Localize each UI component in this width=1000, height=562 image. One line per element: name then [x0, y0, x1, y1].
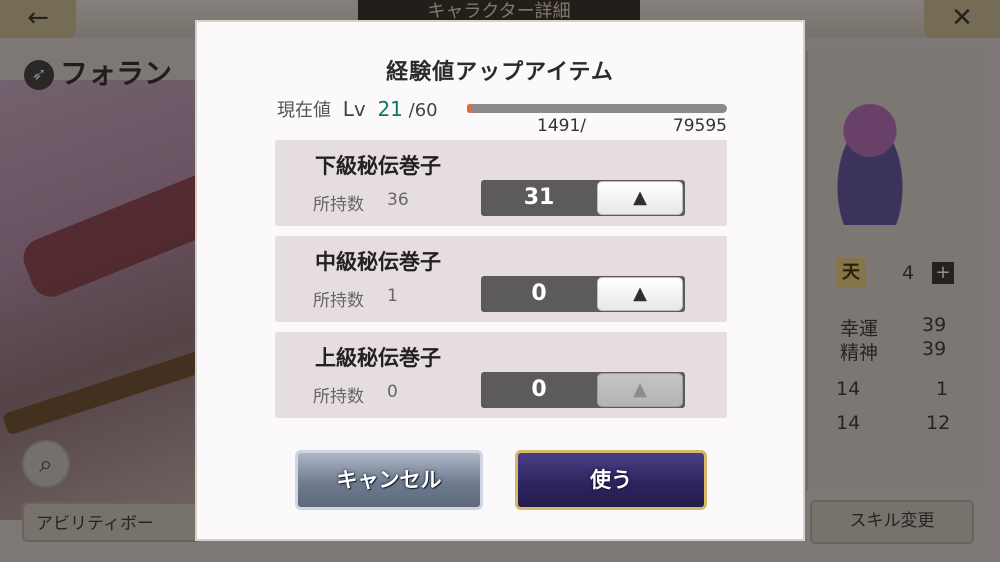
exp-max: 79595 [672, 116, 727, 136]
increase-quantity-button-disabled[interactable]: ▲ [597, 373, 683, 407]
owned-label: 所持数 [313, 291, 364, 311]
exp-current: 1491/ [537, 116, 586, 136]
quantity-value[interactable]: 0 [481, 276, 597, 312]
owned-label: 所持数 [313, 195, 364, 215]
increase-quantity-button[interactable]: ▲ [597, 181, 683, 215]
owned-count: 36 [387, 190, 409, 210]
current-level-label: 現在値 [277, 100, 331, 121]
cancel-button[interactable]: キャンセル [295, 450, 483, 510]
item-card-mid-scroll: 中級秘伝巻子 所持数 1 0 ▲ [275, 236, 727, 322]
quantity-stepper: 0 ▲ [481, 372, 685, 408]
level-word: Lv [342, 97, 366, 121]
current-level-value: 21 [377, 97, 403, 121]
max-level-value: /60 [408, 100, 438, 121]
item-name: 下級秘伝巻子 [315, 154, 441, 178]
owned-count: 1 [387, 286, 398, 306]
owned-label: 所持数 [313, 387, 364, 407]
item-name: 中級秘伝巻子 [315, 250, 441, 274]
current-level-row: 現在値 Lv 21 /60 [277, 96, 438, 122]
dialog-title: 経験値アップアイテム [386, 60, 614, 85]
exp-progress-bar [467, 104, 727, 113]
quantity-value[interactable]: 31 [481, 180, 597, 216]
item-card-low-scroll: 下級秘伝巻子 所持数 36 31 ▲ [275, 140, 727, 226]
exp-progress-fill [467, 104, 473, 113]
owned-count: 0 [387, 382, 398, 402]
increase-quantity-button[interactable]: ▲ [597, 277, 683, 311]
quantity-value[interactable]: 0 [481, 372, 597, 408]
item-card-high-scroll: 上級秘伝巻子 所持数 0 0 ▲ [275, 332, 727, 418]
exp-item-dialog: 経験値アップアイテム 現在値 Lv 21 /60 1491/ 79595 下級秘… [195, 20, 805, 541]
quantity-stepper: 31 ▲ [481, 180, 685, 216]
quantity-stepper: 0 ▲ [481, 276, 685, 312]
item-name: 上級秘伝巻子 [315, 346, 441, 370]
use-button[interactable]: 使う [515, 450, 707, 510]
